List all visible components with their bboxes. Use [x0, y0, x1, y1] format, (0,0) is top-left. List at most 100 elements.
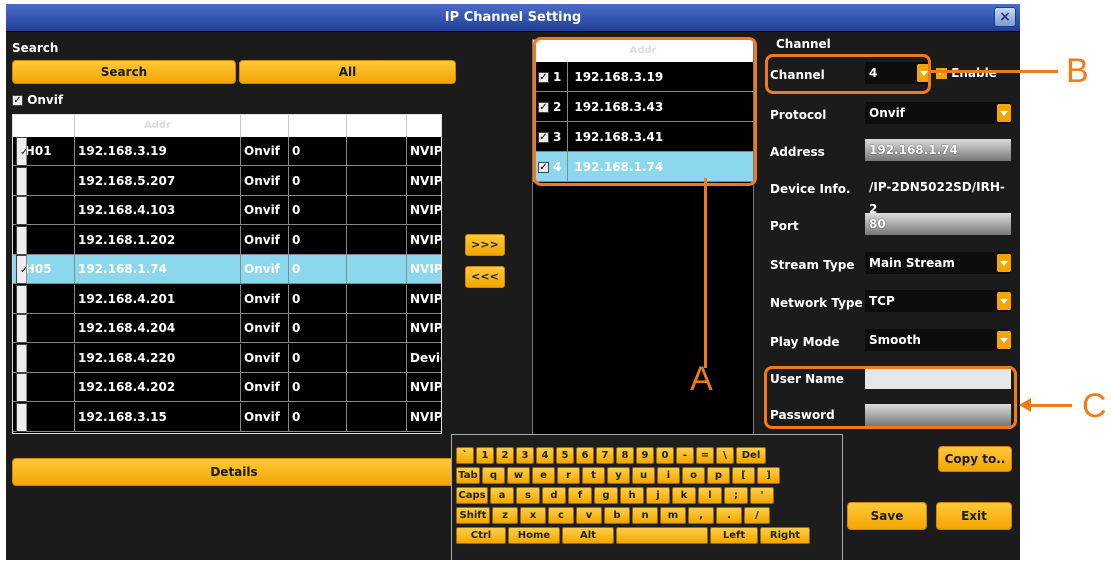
row-checkbox[interactable]: [16, 166, 27, 196]
key-k11[interactable]: -: [676, 447, 694, 464]
key-k3[interactable]: d: [542, 487, 566, 504]
table-row[interactable]: 192.168.3.15Onvif0 NVIP-: [13, 402, 441, 432]
key-k4[interactable]: 4: [536, 447, 554, 464]
row-checkbox[interactable]: [16, 196, 27, 225]
copy-to-button[interactable]: Copy to..: [938, 446, 1012, 472]
key-k6[interactable]: n: [632, 507, 658, 524]
protocol-select[interactable]: Onvif: [865, 102, 1011, 124]
key-k1[interactable]: Home: [508, 527, 560, 544]
key-k2[interactable]: x: [520, 507, 546, 524]
key-k12[interactable]: =: [696, 447, 714, 464]
key-k7[interactable]: m: [660, 507, 686, 524]
key-k9[interactable]: l: [698, 487, 722, 504]
row-checkbox[interactable]: [16, 314, 27, 343]
key-k7[interactable]: j: [646, 487, 670, 504]
row-checkbox[interactable]: [16, 402, 27, 432]
key-k6[interactable]: h: [620, 487, 644, 504]
table-row[interactable]: 192.168.4.220Onvif0 Devic: [13, 343, 441, 373]
key-k4[interactable]: f: [568, 487, 592, 504]
key-k10[interactable]: p: [707, 467, 730, 484]
details-button[interactable]: Details: [12, 458, 456, 486]
key-k0[interactable]: Caps: [456, 487, 488, 504]
key-k2[interactable]: s: [516, 487, 540, 504]
chevron-down-icon[interactable]: [997, 331, 1011, 349]
key-k8[interactable]: i: [657, 467, 680, 484]
chevron-down-icon[interactable]: [997, 254, 1011, 272]
port-field[interactable]: 80: [865, 213, 1011, 235]
table-row[interactable]: 192.168.4.103Onvif0 NVIP-: [13, 196, 441, 225]
row-checkbox[interactable]: ✓: [16, 137, 27, 166]
table-row[interactable]: 192.168.4.204Onvif0 NVIP-: [13, 314, 441, 343]
key-k3[interactable]: c: [548, 507, 574, 524]
key-k14[interactable]: Del: [736, 447, 766, 464]
table-row[interactable]: 192.168.1.202Onvif0 NVIP-: [13, 225, 441, 255]
remove-channel-button[interactable]: <<<: [465, 266, 505, 288]
chevron-down-icon[interactable]: [997, 292, 1011, 310]
key-k6[interactable]: y: [607, 467, 630, 484]
key-k5[interactable]: t: [582, 467, 605, 484]
key-k11[interactable]: ': [750, 487, 774, 504]
search-button[interactable]: Search: [12, 60, 236, 84]
key-k2[interactable]: Alt: [562, 527, 614, 544]
key-k5[interactable]: b: [604, 507, 630, 524]
key-k0[interactable]: Shift: [456, 507, 490, 524]
key-k2[interactable]: w: [507, 467, 530, 484]
key-k11[interactable]: [: [732, 467, 755, 484]
key-k10[interactable]: /: [744, 507, 770, 524]
key-k8[interactable]: k: [672, 487, 696, 504]
key-k0[interactable]: Tab: [456, 467, 480, 484]
table-row[interactable]: 192.168.4.202Onvif0 NVIP-: [13, 373, 441, 402]
save-button[interactable]: Save: [847, 502, 927, 530]
key-k4[interactable]: Left: [710, 527, 758, 544]
row-checkbox[interactable]: [16, 284, 27, 314]
key-k1[interactable]: 1: [476, 447, 494, 464]
row-checkbox[interactable]: [16, 373, 27, 402]
key-k1[interactable]: a: [490, 487, 514, 504]
key-k9[interactable]: o: [682, 467, 705, 484]
row-checkbox[interactable]: [16, 225, 27, 255]
row-checkbox[interactable]: ✓: [16, 255, 27, 284]
table-row[interactable]: 192.168.5.207Onvif0 NVIP-: [13, 166, 441, 196]
row-checkbox[interactable]: [16, 343, 27, 373]
table-row[interactable]: ✓CH05192.168.1.74Onvif0 NVIP-: [13, 255, 441, 284]
network-type-select[interactable]: TCP: [865, 290, 1011, 312]
key-k6[interactable]: 6: [576, 447, 594, 464]
add-channel-button[interactable]: >>>: [465, 234, 505, 256]
key-k4[interactable]: r: [557, 467, 580, 484]
key-k1[interactable]: q: [482, 467, 505, 484]
key-k9[interactable]: 9: [636, 447, 654, 464]
address-column-header[interactable]: Addr: [75, 115, 241, 137]
key-k7[interactable]: u: [632, 467, 655, 484]
all-button[interactable]: All: [239, 60, 456, 84]
key-k2[interactable]: 2: [496, 447, 514, 464]
table-row[interactable]: ✓CH01192.168.3.19Onvif0 NVIP-: [13, 137, 441, 166]
key-k10[interactable]: 0: [656, 447, 674, 464]
key-k8[interactable]: ,: [688, 507, 714, 524]
key-k5[interactable]: g: [594, 487, 618, 504]
enable-toggle[interactable]: ✓ Enable: [936, 66, 997, 80]
key-k3[interactable]: e: [532, 467, 555, 484]
onvif-checkbox[interactable]: ✓: [12, 95, 23, 106]
key-k3[interactable]: 3: [516, 447, 534, 464]
key-k9[interactable]: .: [716, 507, 742, 524]
chevron-down-icon[interactable]: [997, 104, 1011, 122]
key-k13[interactable]: \: [716, 447, 734, 464]
onvif-filter[interactable]: ✓ Onvif: [12, 93, 63, 107]
key-k5[interactable]: 5: [556, 447, 574, 464]
key-k1[interactable]: z: [492, 507, 518, 524]
address-field[interactable]: 192.168.1.74: [865, 139, 1011, 161]
key-k8[interactable]: 8: [616, 447, 634, 464]
key-space[interactable]: [616, 527, 708, 544]
close-icon[interactable]: ×: [994, 7, 1016, 27]
key-k10[interactable]: ;: [724, 487, 748, 504]
play-mode-select[interactable]: Smooth: [865, 329, 1011, 351]
key-k4[interactable]: v: [576, 507, 602, 524]
key-k7[interactable]: 7: [596, 447, 614, 464]
stream-type-select[interactable]: Main Stream: [865, 252, 1011, 274]
key-k5[interactable]: Right: [760, 527, 810, 544]
exit-button[interactable]: Exit: [936, 502, 1012, 530]
key-k0[interactable]: `: [456, 447, 474, 464]
key-k0[interactable]: Ctrl: [456, 527, 506, 544]
key-k12[interactable]: ]: [757, 467, 780, 484]
table-row[interactable]: 192.168.4.201Onvif0 NVIP-: [13, 284, 441, 314]
